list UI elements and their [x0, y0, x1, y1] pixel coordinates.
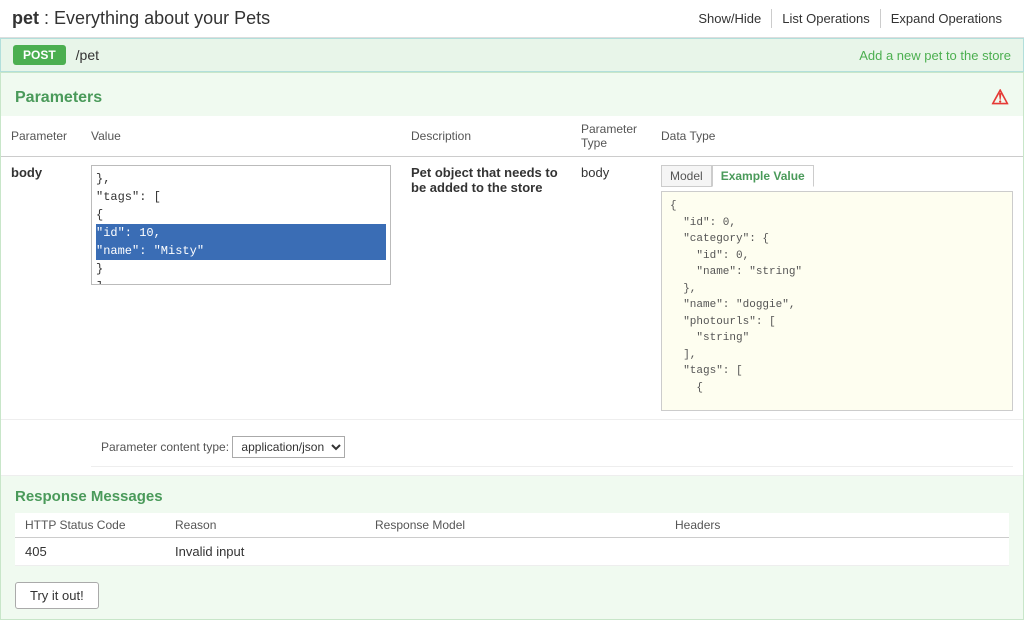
content-type-area: Parameter content type: application/json…: [91, 428, 1013, 467]
param-name: body: [11, 165, 42, 180]
parameters-title: Parameters: [15, 89, 102, 107]
response-section-title: Response Messages: [15, 488, 1009, 505]
list-operations-action[interactable]: List Operations: [771, 9, 879, 28]
col-data-type: Data Type: [651, 116, 1023, 157]
data-type-col: Model Example Value { "id": 0, "category…: [651, 157, 1023, 420]
header-title: pet : Everything about your Pets: [12, 8, 270, 29]
expand-operations-action[interactable]: Expand Operations: [880, 9, 1012, 28]
param-type: body: [581, 165, 609, 180]
try-it-out-button[interactable]: Try it out!: [15, 582, 99, 609]
example-value-box[interactable]: { "id": 0, "category": { "id": 0, "name"…: [661, 191, 1013, 411]
post-description: Add a new pet to the store: [859, 48, 1011, 63]
col-headers: Headers: [665, 513, 1009, 538]
model-tab[interactable]: Model: [661, 165, 712, 187]
content-type-row: Parameter content type: application/json…: [1, 420, 1023, 476]
post-badge: POST: [13, 45, 66, 65]
parameters-table: Parameter Value Description ParameterTyp…: [1, 116, 1023, 476]
try-button-row: Try it out!: [1, 572, 1023, 619]
textarea-wrapper: }, "tags": [ { "id": 10, "name": "Misty"…: [91, 165, 391, 285]
header-description: Everything about your Pets: [54, 8, 270, 28]
parameters-section-header: Parameters ⚠: [1, 73, 1023, 116]
model-tabs: Model Example Value: [661, 165, 1013, 187]
response-model-cell: [365, 538, 665, 566]
post-row[interactable]: POST /pet Add a new pet to the store: [0, 38, 1024, 72]
col-parameter: Parameter: [1, 116, 81, 157]
reason-cell: Invalid input: [165, 538, 365, 566]
col-description: Description: [401, 116, 571, 157]
col-param-type: ParameterType: [571, 116, 651, 157]
headers-cell: [665, 538, 1009, 566]
response-row: 405 Invalid input: [15, 538, 1009, 566]
header-bar: pet : Everything about your Pets Show/Hi…: [0, 0, 1024, 38]
main-content: Parameters ⚠ Parameter Value Description…: [0, 72, 1024, 620]
content-type-label: Parameter content type:: [101, 440, 229, 454]
col-value: Value: [81, 116, 401, 157]
example-tab[interactable]: Example Value: [712, 165, 814, 187]
col-status-code: HTTP Status Code: [15, 513, 165, 538]
header-actions: Show/Hide List Operations Expand Operati…: [688, 9, 1012, 28]
tag-name: pet: [12, 8, 39, 28]
header-separator: :: [44, 8, 54, 28]
param-description: Pet object that needs to be added to the…: [411, 165, 558, 195]
selected-line-name: "name": "Misty": [96, 242, 386, 260]
response-table: HTTP Status Code Reason Response Model H…: [15, 513, 1009, 566]
error-icon: ⚠: [991, 85, 1009, 110]
col-response-model: Response Model: [365, 513, 665, 538]
status-code-cell: 405: [15, 538, 165, 566]
body-textarea[interactable]: }, "tags": [ { "id": 10, "name": "Misty"…: [91, 165, 391, 285]
content-type-select[interactable]: application/json application/xml text/pl…: [232, 436, 345, 458]
selected-line-id: "id": 10,: [96, 224, 386, 242]
post-path: /pet: [76, 47, 99, 63]
show-hide-action[interactable]: Show/Hide: [688, 9, 771, 28]
table-row: body }, "tags": [ { "id": 10, "name": "M…: [1, 157, 1023, 420]
col-reason: Reason: [165, 513, 365, 538]
